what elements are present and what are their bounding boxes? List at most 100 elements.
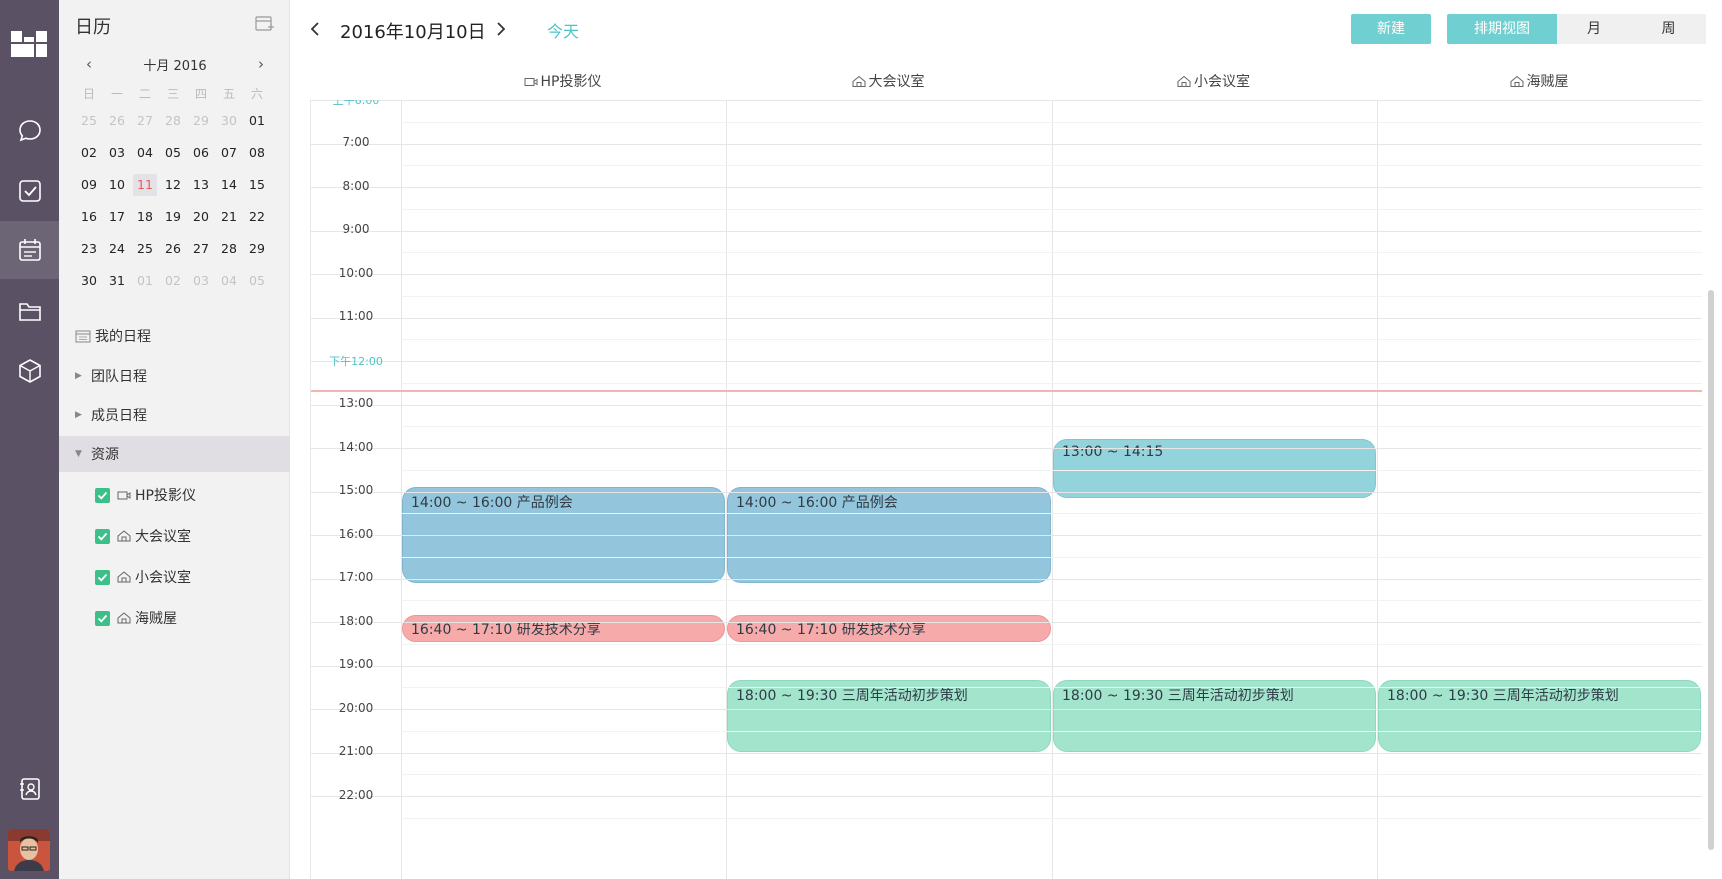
mini-day[interactable]: 02 [159, 265, 187, 297]
mini-calendar: ‹ 十月 2016 › 日一二三四五六 25 26 27 28 29 30 01 02 03 04 0… [75, 55, 275, 297]
mini-day[interactable]: 09 [75, 169, 103, 201]
mini-day[interactable]: 01 [243, 105, 271, 137]
mini-day[interactable]: 20 [187, 201, 215, 233]
column-header-large-room: 大会议室 [725, 70, 1051, 92]
mini-day[interactable]: 27 [131, 105, 159, 137]
event-card[interactable]: 16:40 ~ 17:10 研发技术分享 [727, 615, 1051, 642]
mini-day[interactable]: 22 [243, 201, 271, 233]
mini-day[interactable]: 01 [131, 265, 159, 297]
event-card[interactable]: 18:00 ~ 19:30 三周年活动初步策划 [1053, 680, 1376, 752]
calendar-sidebar: 日历 ‹ 十月 2016 › 日一二三四五六 25 26 27 28 29 30 01 02 03… [59, 0, 290, 879]
time-label: 9:00 [342, 222, 370, 237]
mini-day[interactable]: 03 [103, 137, 131, 169]
schedule-view-tab[interactable]: 排期视图 [1447, 14, 1557, 44]
mini-day[interactable]: 12 [159, 169, 187, 201]
resource-large-room[interactable]: 大会议室 [95, 521, 191, 551]
mini-calendar-grid: 日一二三四五六 25 26 27 28 29 30 01 02 03 04 05 06 07 08 09 10 1… [75, 83, 275, 297]
mini-day[interactable]: 07 [215, 137, 243, 169]
expand-triangle-icon: ▶ [75, 410, 82, 420]
member-schedule-item[interactable]: ▶ 成员日程 [59, 397, 290, 433]
folder-icon[interactable] [0, 282, 59, 340]
contacts-icon[interactable] [0, 760, 59, 818]
column-label: 大会议室 [868, 74, 925, 90]
mini-day[interactable]: 04 [215, 265, 243, 297]
mini-day[interactable]: 10 [103, 169, 131, 201]
resource-pirate-room[interactable]: 海贼屋 [95, 603, 177, 633]
mini-day[interactable]: 28 [215, 233, 243, 265]
mini-day[interactable]: 03 [187, 265, 215, 297]
time-label: 20:00 [338, 700, 374, 715]
mini-day[interactable]: 28 [159, 105, 187, 137]
mini-day[interactable]: 29 [243, 233, 271, 265]
mini-day[interactable]: 15 [243, 169, 271, 201]
new-event-button[interactable]: 新建 [1351, 14, 1431, 44]
vertical-scrollbar[interactable] [1708, 290, 1714, 850]
mini-day[interactable]: 13 [187, 169, 215, 201]
mini-next-month-icon[interactable]: › [251, 55, 271, 73]
mini-day[interactable]: 14 [215, 169, 243, 201]
apps-icon[interactable] [11, 31, 47, 57]
column-header-pirate-room: 海贼屋 [1376, 70, 1702, 92]
my-schedule-item[interactable]: 我的日程 [59, 318, 290, 354]
mini-day[interactable]: 31 [103, 265, 131, 297]
chat-icon[interactable] [0, 102, 59, 160]
mini-day[interactable]: 05 [159, 137, 187, 169]
weekday-label: 四 [194, 87, 207, 101]
mini-day[interactable]: 08 [243, 137, 271, 169]
mini-day-today[interactable]: 11 [131, 169, 159, 201]
cube-icon[interactable] [0, 342, 59, 400]
column-label: HP投影仪 [540, 74, 602, 90]
weekday-label: 三 [166, 87, 179, 101]
resource-small-room[interactable]: 小会议室 [95, 562, 191, 592]
event-card[interactable]: 18:00 ~ 19:30 三周年活动初步策划 [1378, 680, 1701, 752]
mini-day[interactable]: 17 [103, 201, 131, 233]
today-button[interactable]: 今天 [547, 18, 579, 42]
time-label: 7:00 [342, 135, 370, 150]
mini-day[interactable]: 26 [103, 105, 131, 137]
weekday-label: 日 [82, 87, 95, 101]
mini-day[interactable]: 16 [75, 201, 103, 233]
mini-day[interactable]: 30 [215, 105, 243, 137]
mini-day[interactable]: 30 [75, 265, 103, 297]
checkbox-checked[interactable] [95, 528, 110, 544]
team-schedule-label: 团队日程 [91, 369, 147, 385]
time-label: 10:00 [338, 265, 374, 280]
mini-day[interactable]: 25 [75, 105, 103, 137]
mini-day[interactable]: 02 [75, 137, 103, 169]
next-day-button[interactable] [493, 18, 509, 40]
schedule-grid[interactable]: 14:00 ~ 16:00 产品例会 14:00 ~ 16:00 产品例会 13… [310, 100, 1702, 879]
week-view-tab[interactable]: 周 [1631, 14, 1706, 44]
mini-day[interactable]: 24 [103, 233, 131, 265]
avatar[interactable] [8, 829, 50, 871]
team-schedule-item[interactable]: ▶ 团队日程 [59, 358, 290, 394]
event-card[interactable]: 16:40 ~ 17:10 研发技术分享 [402, 615, 725, 642]
time-label: 11:00 [338, 309, 374, 324]
event-card[interactable]: 18:00 ~ 19:30 三周年活动初步策划 [727, 680, 1051, 752]
time-label: 19:00 [338, 657, 374, 672]
checkbox-checked[interactable] [95, 487, 110, 503]
mini-day[interactable]: 26 [159, 233, 187, 265]
mini-day[interactable]: 18 [131, 201, 159, 233]
resources-item[interactable]: ▼ 资源 [59, 436, 290, 472]
mini-day[interactable]: 23 [75, 233, 103, 265]
mini-day[interactable]: 27 [187, 233, 215, 265]
mini-day[interactable]: 29 [187, 105, 215, 137]
room-icon [117, 530, 131, 542]
month-view-tab[interactable]: 月 [1557, 14, 1631, 44]
checkbox-checked[interactable] [95, 569, 110, 585]
resource-hp-projector[interactable]: HP投影仪 [95, 480, 196, 510]
prev-day-button[interactable] [307, 18, 323, 40]
mini-day[interactable]: 19 [159, 201, 187, 233]
mini-prev-month-icon[interactable]: ‹ [79, 55, 99, 73]
calendar-icon[interactable] [0, 221, 59, 279]
add-calendar-icon[interactable] [255, 14, 275, 32]
mini-day[interactable]: 06 [187, 137, 215, 169]
mini-day[interactable]: 21 [215, 201, 243, 233]
checkbox-checked[interactable] [95, 610, 110, 626]
mini-day[interactable]: 04 [131, 137, 159, 169]
mini-day[interactable]: 05 [243, 265, 271, 297]
check-icon[interactable] [0, 162, 59, 220]
time-label: 8:00 [342, 178, 370, 193]
mini-day[interactable]: 25 [131, 233, 159, 265]
resource-label: HP投影仪 [135, 488, 196, 504]
